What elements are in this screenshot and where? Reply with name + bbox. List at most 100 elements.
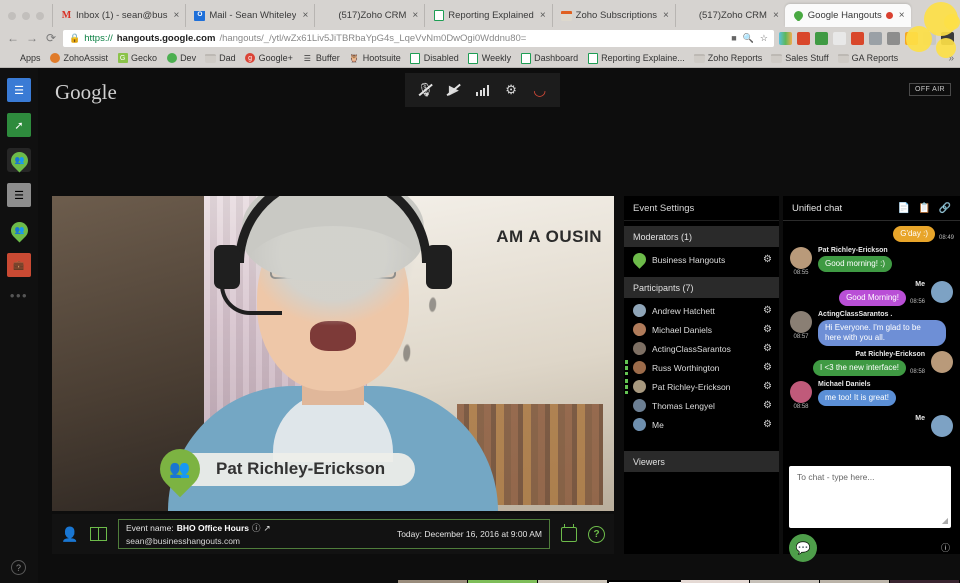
share-icon[interactable]: 🔗	[939, 203, 951, 214]
browser-tab[interactable]: O Mail - Sean Whiteley ×	[185, 4, 315, 27]
hangout-toolbox-icon[interactable]: 👥	[6, 147, 32, 173]
tab-close-button[interactable]: ×	[412, 10, 418, 21]
avatar	[790, 381, 812, 403]
chat-message: G'day :) 08:49	[789, 226, 954, 242]
browser-tab[interactable]: Google Hangouts ×	[784, 4, 911, 27]
back-button[interactable]: ←	[6, 31, 20, 45]
document-icon[interactable]: 📄	[898, 203, 910, 214]
window-controls[interactable]	[4, 12, 52, 27]
bookmark-item[interactable]: Dev	[166, 53, 196, 64]
help-icon[interactable]: ?	[588, 525, 605, 543]
tab-close-button[interactable]: ×	[663, 10, 669, 21]
info-icon[interactable]: ⓘ	[252, 522, 261, 534]
participant-row[interactable]: Business Hangouts ⚙	[624, 250, 779, 269]
bookmark-item[interactable]: Sales Stuff	[771, 53, 829, 64]
participant-row[interactable]: Andrew Hatchett ⚙	[624, 301, 779, 320]
omnibox-row: ← → ⟳ 🔒 https://hangouts.google.com/hang…	[0, 27, 960, 49]
popout-icon[interactable]: ↗	[264, 523, 271, 534]
cameraman-icon[interactable]: 👥	[6, 217, 32, 243]
gear-icon[interactable]: ⚙	[763, 381, 772, 392]
bookmark-item[interactable]: Dashboard	[520, 52, 578, 64]
bookmark-item[interactable]: Reporting Explaine...	[587, 52, 685, 64]
bookmark-item[interactable]: Weekly	[468, 52, 511, 64]
send-chat-icon[interactable]: 💬	[789, 534, 817, 562]
active-speaker-badge: 👥 Pat Richley-Erickson	[151, 440, 416, 498]
mask-icon[interactable]	[887, 31, 900, 45]
camera-icon[interactable]: ■	[731, 33, 736, 43]
participant-row[interactable]: Michael Daniels ⚙	[624, 320, 779, 339]
bookmark-item[interactable]: GA Reports	[837, 53, 898, 64]
rainbow-icon[interactable]	[779, 31, 792, 45]
forward-button[interactable]: →	[25, 31, 39, 45]
screenshare-icon[interactable]: ➚	[7, 113, 31, 137]
chat-icon[interactable]: ☰	[7, 78, 31, 102]
main-video-stage[interactable]: AM A OUSIN 👥 Pat Richley-Erickson	[52, 196, 614, 511]
minimize-window-button[interactable]	[22, 12, 30, 20]
bookmark-item[interactable]: G Gecko	[117, 53, 157, 64]
avatar	[633, 399, 646, 412]
gear-icon[interactable]: ⚙	[763, 324, 772, 335]
office-icon[interactable]	[797, 31, 810, 45]
gear-icon[interactable]: ⚙	[763, 305, 772, 316]
browser-tab[interactable]: (517)Zoho CRM ×	[674, 4, 785, 27]
bookmark-item[interactable]: g Google+	[245, 53, 293, 64]
participant-row[interactable]: Russ Worthington ⚙	[624, 358, 779, 377]
settings-gear-icon[interactable]: ⚙	[501, 80, 521, 100]
drive-badge-icon[interactable]	[815, 31, 828, 45]
hangup-icon[interactable]: ◡	[530, 80, 550, 100]
tab-close-button[interactable]: ×	[302, 10, 308, 21]
tab-close-button[interactable]: ×	[174, 10, 180, 21]
hangouts-icon	[792, 10, 804, 21]
gear-icon[interactable]: ⚙	[763, 254, 772, 265]
gear-icon[interactable]: ⚙	[763, 343, 772, 354]
bookmark-item[interactable]: Zoho Reports	[693, 53, 762, 64]
gear-icon[interactable]: ⚙	[763, 419, 772, 430]
close-window-button[interactable]	[8, 12, 16, 20]
maximize-window-button[interactable]	[36, 12, 44, 20]
bookmark-item[interactable]: ZohoAssist	[50, 53, 108, 64]
eye-icon[interactable]	[869, 31, 882, 45]
tab-close-button[interactable]: ×	[773, 10, 779, 21]
chat-message-list[interactable]: G'day :) 08:49 08:55 Pat Richley-Erickson Go…	[783, 222, 960, 464]
participant-row[interactable]: Pat Richley-Erickson ⚙	[624, 377, 779, 396]
event-owner-email: sean@businesshangouts.com	[126, 536, 241, 546]
copy-icon[interactable]: 📋	[918, 203, 930, 214]
person-icon[interactable]: 👤	[61, 526, 79, 543]
calendar-icon[interactable]	[561, 523, 577, 542]
tab-close-button[interactable]: ×	[899, 10, 905, 21]
more-apps-icon[interactable]: •••	[10, 288, 28, 303]
info-icon[interactable]: ⓘ	[941, 541, 950, 554]
reload-button[interactable]: ⟳	[44, 31, 58, 45]
browser-tab[interactable]: (517)Zoho CRM ×	[314, 4, 425, 27]
zoom-icon[interactable]: 🔍	[743, 33, 754, 44]
mute-camera-icon[interactable]: ▶	[444, 80, 464, 100]
event-details-box[interactable]: Event name: BHO Office Hours ⓘ ↗ sean@bu…	[118, 519, 550, 549]
avatar	[790, 311, 812, 333]
participant-row[interactable]: Me ⚙	[624, 415, 779, 434]
arrow-icon[interactable]	[851, 31, 864, 45]
star-icon[interactable]: ☆	[760, 33, 768, 44]
mixer-icon[interactable]: ☰	[7, 183, 31, 207]
help-icon[interactable]: ?	[11, 560, 26, 575]
layout-icon[interactable]	[90, 527, 107, 541]
address-bar[interactable]: 🔒 https://hangouts.google.com/hangouts/_…	[63, 29, 774, 47]
toolbox-icon[interactable]: 💼	[7, 253, 31, 277]
tab-close-button[interactable]: ×	[540, 10, 546, 21]
participant-row[interactable]: Thomas Lengyel ⚙	[624, 396, 779, 415]
cursor-highlight-overlay	[936, 38, 956, 58]
chat-input[interactable]: To chat - type here...	[789, 466, 951, 528]
browser-tab[interactable]: Zoho Subscriptions ×	[551, 4, 675, 27]
browser-tab[interactable]: Reporting Explained ×	[424, 4, 552, 27]
bookmark-item[interactable]: Dad	[205, 53, 236, 64]
gear-icon[interactable]: ⚙	[763, 362, 772, 373]
bookmark-item[interactable]: Disabled	[410, 52, 459, 64]
gear-icon[interactable]: ⚙	[763, 400, 772, 411]
bookmark-item[interactable]: Apps	[6, 53, 41, 64]
participant-row[interactable]: ActingClassSarantos ⚙	[624, 339, 779, 358]
mute-mic-icon[interactable]: 🎙	[415, 80, 435, 100]
capsule-icon[interactable]	[833, 31, 846, 45]
bandwidth-icon[interactable]	[472, 80, 492, 100]
bookmark-item[interactable]: ☰ Buffer	[302, 53, 340, 64]
browser-tab[interactable]: M Inbox (1) - sean@bus ×	[52, 4, 186, 27]
bookmark-item[interactable]: 🦉 Hootsuite	[349, 53, 401, 64]
